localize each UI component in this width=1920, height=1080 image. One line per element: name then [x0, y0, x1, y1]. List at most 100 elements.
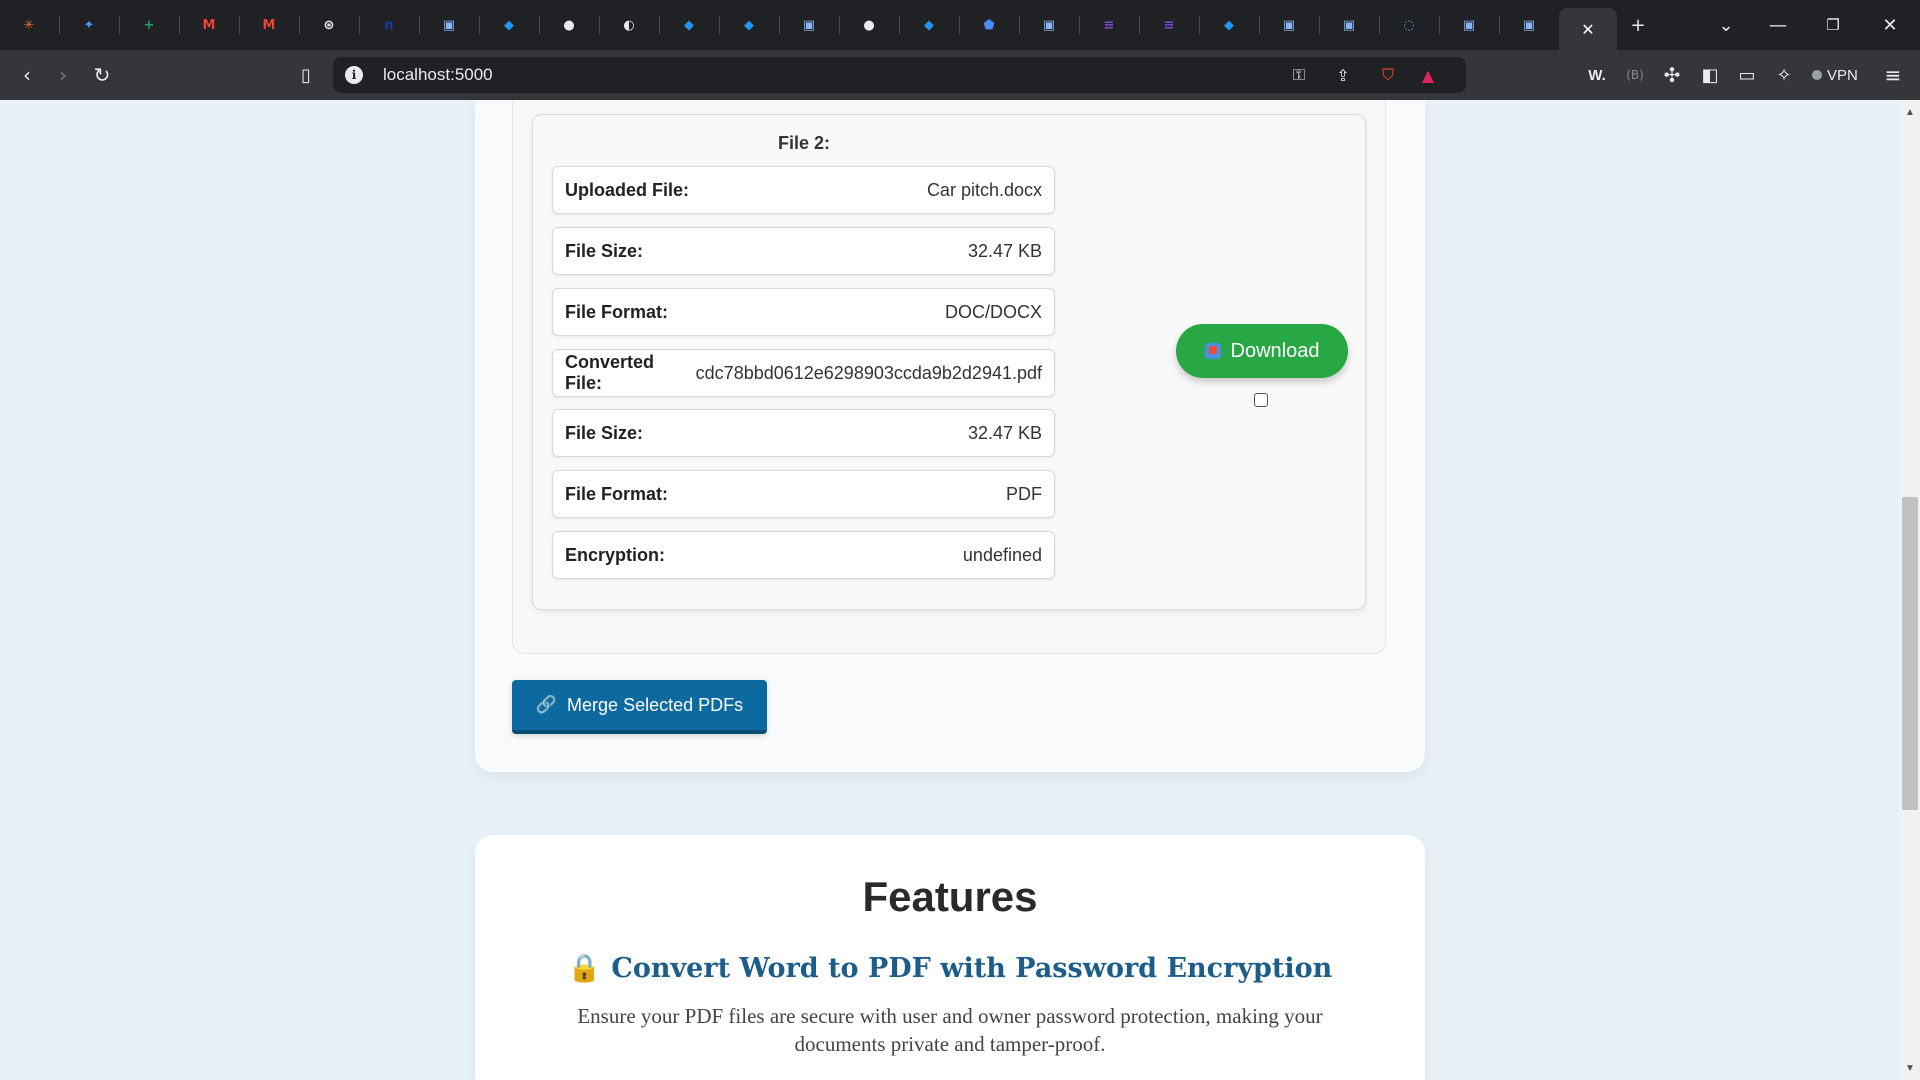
- select-pdf-checkbox[interactable]: [1254, 393, 1268, 407]
- brave-shields-icon[interactable]: ⛉: [1376, 63, 1400, 87]
- docker-icon: ◆: [744, 17, 754, 33]
- page-icon: ▣: [1462, 17, 1476, 33]
- scroll-down-icon[interactable]: ▼: [1904, 1062, 1916, 1074]
- shield-icon: ⬟: [983, 17, 995, 33]
- extension-icon[interactable]: (B): [1622, 62, 1648, 88]
- detail-label: File Size:: [565, 422, 644, 443]
- tab-separator: [1019, 16, 1020, 34]
- bookmark-icon[interactable]: ▯: [293, 62, 319, 88]
- browser-tab[interactable]: ◌: [1380, 8, 1438, 42]
- browser-tab[interactable]: ◐: [600, 8, 658, 42]
- browser-tab[interactable]: ◆: [720, 8, 778, 42]
- wallet-icon[interactable]: ▭: [1734, 62, 1760, 88]
- detail-value: DOC/DOCX: [944, 301, 1042, 322]
- browser-tab[interactable]: ◆: [900, 8, 958, 42]
- list-app-icon: ≡: [1103, 17, 1115, 33]
- download-button[interactable]: Download: [1176, 324, 1348, 378]
- detail-value: Car pitch.docx: [926, 179, 1042, 200]
- brave-rewards-icon[interactable]: ▲: [1416, 63, 1440, 87]
- browser-tab[interactable]: ◆: [480, 8, 538, 42]
- browser-tab[interactable]: +: [120, 8, 178, 42]
- back-icon[interactable]: ‹: [14, 62, 40, 88]
- tab-separator: [539, 16, 540, 34]
- browser-tab[interactable]: ≡: [1080, 8, 1138, 42]
- file-title: File 2:: [778, 133, 831, 153]
- scrollbar-thumb[interactable]: [1902, 497, 1918, 810]
- sidebar-icon[interactable]: ◧: [1697, 62, 1723, 88]
- browser-tab[interactable]: ▣: [1260, 8, 1318, 42]
- browser-tab[interactable]: ◆: [660, 8, 718, 42]
- vpn-button[interactable]: VPN: [1806, 64, 1864, 86]
- browser-tab[interactable]: ●: [840, 8, 898, 42]
- file-detail-row: File Size: 32.47 KB: [552, 227, 1055, 275]
- restore-icon[interactable]: ❐: [1813, 10, 1853, 40]
- page-icon: ▣: [1042, 17, 1056, 33]
- address-bar[interactable]: i localhost:5000 ⚿ ⇪ ⛉ ▲: [333, 57, 1466, 93]
- browser-tab[interactable]: n: [360, 8, 418, 42]
- tab-separator: [599, 16, 600, 34]
- wallet-extension-icon[interactable]: W.: [1584, 62, 1610, 88]
- gmail-icon: M: [262, 17, 276, 33]
- list-app-icon: ≡: [1163, 17, 1175, 33]
- browser-tab[interactable]: ▣: [1320, 8, 1378, 42]
- detail-label: File Format:: [565, 301, 669, 322]
- active-tab[interactable]: ✕: [1559, 8, 1617, 50]
- detail-value: 32.47 KB: [967, 240, 1042, 261]
- detail-label: File Format:: [565, 483, 669, 504]
- merge-selected-button[interactable]: 🔗 Merge Selected PDFs: [512, 680, 767, 734]
- docker-icon: ◆: [924, 17, 934, 33]
- detail-value: 32.47 KB: [967, 422, 1042, 443]
- browser-tab[interactable]: M: [240, 8, 298, 42]
- close-window-icon[interactable]: ✕: [1870, 10, 1910, 40]
- menu-icon[interactable]: ≡: [1880, 62, 1906, 88]
- detail-value: cdc78bbd0612e6298903ccda9b2d2941.pdf: [695, 362, 1042, 383]
- docker-icon: ◆: [684, 17, 694, 33]
- browser-tab[interactable]: ≡: [1140, 8, 1198, 42]
- browser-tab[interactable]: ▣: [780, 8, 838, 42]
- tab-separator: [1499, 16, 1500, 34]
- browser-tab[interactable]: ✦: [60, 8, 118, 42]
- password-key-icon[interactable]: ⚿: [1287, 63, 1311, 87]
- file-detail-row: File Format: DOC/DOCX: [552, 288, 1055, 336]
- detail-label: Uploaded File:: [565, 179, 690, 200]
- tab-separator: [1439, 16, 1440, 34]
- tab-separator: [59, 16, 60, 34]
- browser-tab[interactable]: ▣: [1500, 8, 1558, 42]
- browser-tab[interactable]: ✳: [0, 8, 58, 42]
- tab-separator: [659, 16, 660, 34]
- reload-icon[interactable]: ↻: [89, 62, 115, 88]
- browser-tab[interactable]: ▣: [1020, 8, 1078, 42]
- tab-search-icon[interactable]: ⌄: [1706, 10, 1746, 40]
- site-info-icon[interactable]: i: [345, 66, 363, 84]
- browser-tab[interactable]: ◆: [1200, 8, 1258, 42]
- docker-icon: ◆: [1224, 17, 1234, 33]
- browser-tab[interactable]: M: [180, 8, 238, 42]
- browser-tab[interactable]: ▣: [1440, 8, 1498, 42]
- page-icon: ▣: [442, 17, 456, 33]
- tab-bar: ✳ ✦ + M M ⊛ n ▣ ◆ ● ◐ ◆ ◆ ▣ ● ◆ ⬟ ▣ ≡ ≡ ◆ ▣ ▣ ◌ ▣ ▣ ✕ + ⌄ — ❐ ✕: [0, 0, 1920, 50]
- forward-icon[interactable]: ›: [50, 62, 76, 88]
- vpn-status-icon: [1812, 70, 1822, 80]
- tab-separator: [899, 16, 900, 34]
- url-text[interactable]: localhost:5000: [383, 65, 493, 85]
- browser-tab[interactable]: ⊛: [300, 8, 358, 42]
- leo-ai-icon[interactable]: ✧: [1771, 62, 1797, 88]
- minimize-icon[interactable]: —: [1758, 10, 1798, 40]
- page-icon: ▣: [1522, 17, 1536, 33]
- extensions-puzzle-icon[interactable]: ✣: [1659, 62, 1685, 88]
- browser-tab[interactable]: ⬟: [960, 8, 1018, 42]
- tab-separator: [1379, 16, 1380, 34]
- n-app-icon: n: [384, 17, 394, 33]
- detail-value: PDF: [1006, 483, 1042, 504]
- scroll-up-icon[interactable]: ▲: [1904, 106, 1916, 118]
- tab-separator: [1139, 16, 1140, 34]
- page-icon: ▣: [1342, 17, 1356, 33]
- close-tab-icon[interactable]: ✕: [1581, 20, 1594, 39]
- browser-tab[interactable]: ▣: [420, 8, 478, 42]
- browser-tab[interactable]: ●: [540, 8, 598, 42]
- share-icon[interactable]: ⇪: [1331, 63, 1355, 87]
- new-tab-icon[interactable]: +: [1618, 10, 1658, 40]
- file-detail-row: Uploaded File: Car pitch.docx: [552, 166, 1055, 214]
- sheets-icon: +: [143, 17, 155, 33]
- tab-separator: [719, 16, 720, 34]
